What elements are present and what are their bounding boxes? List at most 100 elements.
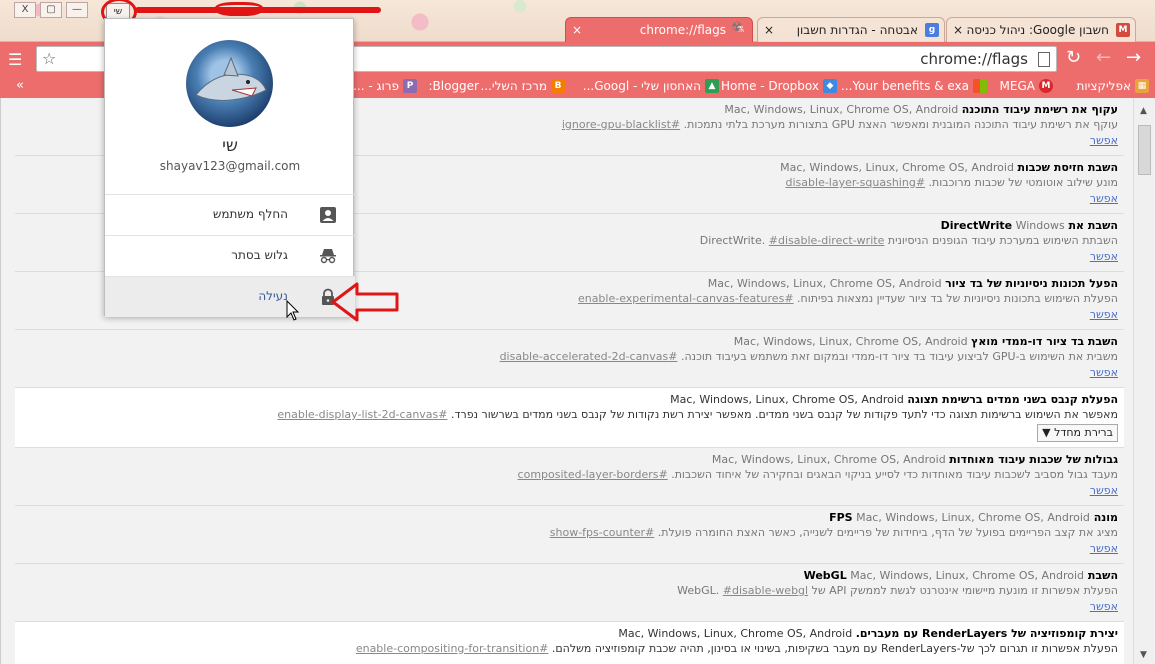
flag-platforms: Windows [1015,219,1065,232]
flag-enable-link[interactable]: אפשר [21,482,1118,499]
tab-title: אבטחה - הגדרות חשבון [796,23,918,37]
profile-email: shayav123@gmail.com [159,159,301,173]
bookmark-blogger-dashboard[interactable]: Blogger: [428,79,479,93]
profile-name: שי [222,136,238,156]
page-icon [1038,52,1050,67]
url-text[interactable]: chrome://flags [920,50,1028,68]
menu-icon[interactable]: ☰ [8,50,22,69]
more-bookmarks-icon[interactable]: » [16,78,24,93]
lock-item[interactable]: נעילה [105,276,355,317]
annotation-scribble-loop [215,2,263,16]
flag-title: הפעלת קנבס בשני ממדים ברשימת תצוגה [907,393,1118,406]
star-icon[interactable]: ☆ [42,49,56,68]
person-icon [320,207,336,223]
tab-google-account[interactable]: M חשבון Google: ניהול כניסה × [946,17,1136,42]
incognito-icon [320,249,336,264]
scroll-thumb[interactable] [1138,125,1151,175]
restore-window-button[interactable]: ▢ [40,2,62,18]
avatar [186,40,273,127]
flag-platforms: Mac, Windows, Linux, Chrome OS, Android [733,335,968,348]
blogger-icon: B [551,79,565,93]
flag-anchor-link[interactable]: #disable-accelerated-2d-canvas [500,350,678,363]
flag-title: עקוף את רשימת עיבוד התוכנה [961,103,1118,116]
flag-title: השבת בד ציור דו-ממדי מואץ [971,335,1118,348]
flag-platforms: Mac, Windows, Linux, Chrome OS, Android [856,511,1090,524]
flag-description: הפעלת השימוש בתכונות ניסיוניות של בד ציו… [797,292,1118,305]
flag-description: הפעלת אפשרות זו תגרום לכך של-RenderLayer… [551,642,1118,655]
flag-anchor-link[interactable]: #show-fps-counter [550,526,655,539]
chevron-down-icon: ▼ [1042,426,1051,439]
flag-platforms: Mac, Windows, Linux, Chrome OS, Android [850,569,1085,582]
switch-user-label: החלף משתמש [212,207,288,221]
bookmark-drive[interactable]: ▲ האחסון שלי - Googl... [583,79,719,93]
flag-item: השבת WebGL Mac, Windows, Linux, Chrome O… [15,564,1124,622]
tab-flags[interactable]: ⚗ chrome://flags × [565,17,753,42]
bookmark-microsoft[interactable]: Your benefits & exa... [841,79,987,93]
tab-security-settings[interactable]: g אבטחה - הגדרות חשבון × [757,17,945,42]
flag-platforms: Mac, Windows, Linux, Chrome OS, Android [707,277,942,290]
flag-item: גבולות של שכבות עיבוד מאוחדות Mac, Windo… [15,448,1124,506]
new-tab-icon[interactable]: ☢ [726,20,748,36]
flag-description: מונע שילוב אוטומטי של שכבות מרוכבות. [928,176,1118,189]
microsoft-icon [973,79,987,93]
scroll-down-icon[interactable]: ▼ [1140,650,1147,660]
flag-title: השבת חזיסת שכבות [1017,161,1118,174]
drive-icon: ▲ [705,79,719,93]
scroll-up-icon[interactable]: ▲ [1140,106,1147,116]
flag-enable-link[interactable]: אפשר [21,540,1118,557]
incognito-item[interactable]: גלוש בסתר [105,235,355,276]
back-icon[interactable]: → [1126,49,1141,67]
close-window-button[interactable]: X [14,2,36,18]
flag-title: גבולות של שכבות עיבוד מאוחדות [949,453,1118,466]
flag-platforms: Mac, Windows, Linux, Chrome OS, Android [724,103,959,116]
flag-description: עוקף את רשימת עיבוד התוכנה המובנית ומאפש… [683,118,1118,131]
window-controls: X ▢ — [14,2,88,18]
bookmark-apps[interactable]: ▦ אפליקציות [1077,79,1149,93]
lock-label: נעילה [258,289,288,303]
flag-option-select[interactable]: ברירת מחדל ▼ [1037,424,1118,442]
flag-platforms: Mac, Windows, Linux, Chrome OS, Android [618,627,853,640]
flag-anchor-link[interactable]: #composited-layer-borders [518,468,668,481]
flag-anchor-link[interactable]: #enable-display-list-2d-canvas [277,408,447,421]
flag-anchor-link[interactable]: #disable-layer-squashing [786,176,926,189]
flag-enable-link[interactable]: אפשר [21,598,1118,615]
tab-title: chrome://flags [639,23,726,37]
tab-title: חשבון Google: ניהול כניסה [966,23,1109,37]
flag-anchor-link[interactable]: #enable-compositing-for-transition [356,642,549,655]
flag-anchor-link[interactable]: #disable-direct-write [769,234,885,247]
flag-platforms: Mac, Windows, Linux, Chrome OS, Android [780,161,1014,174]
prog-icon: P [403,79,417,93]
bookmark-mega[interactable]: M MEGA [1000,79,1053,93]
switch-user-item[interactable]: החלף משתמש [105,194,355,235]
flag-description: מציג את קצב הפריימים בפועל של הדף, ביחיד… [657,526,1118,539]
annotation-arrow [331,282,399,322]
close-icon[interactable]: × [953,18,963,42]
flag-item-enabled: הפעלת קנבס בשני ממדים ברשימת תצוגה Mac, … [15,388,1124,448]
bookmark-prog[interactable]: P פרוג - ... [353,79,417,93]
minimize-window-button[interactable]: — [66,2,88,18]
flag-title: הפעל תכונות ניסיוניות של בד ציור [945,277,1118,290]
flag-title: יצירת קומפוזיציה של RenderLayers עם מעבר… [855,627,1118,640]
flag-description: השבתת השימוש במערכת עיבוד הגופנים הניסיו… [699,234,1118,247]
mega-icon: M [1039,79,1053,93]
google-icon: g [925,23,939,37]
bookmark-dropbox[interactable]: ◆ Home - Dropbox [721,79,837,93]
flag-item: מונה FPS Mac, Windows, Linux, Chrome OS,… [15,506,1124,564]
close-icon[interactable]: × [764,18,774,42]
scrollbar[interactable]: ▲ ▼ [1133,98,1155,664]
bookmark-blogger[interactable]: B מרכז השלי... [480,79,565,93]
flag-description: משבית את השימוש ב-GPU לביצוע עיבוד בד צי… [680,350,1118,363]
gmail-icon: M [1116,23,1130,37]
apps-icon: ▦ [1135,79,1149,93]
flag-platforms: Mac, Windows, Linux, Chrome OS, Android [670,393,904,406]
flag-description: מעבד גבול מסביב לשכבות עיבוד מאוחדות כדי… [671,468,1118,481]
flag-enable-link[interactable]: אפשר [21,364,1118,381]
reload-icon[interactable]: ↻ [1066,49,1081,67]
flag-anchor-link[interactable]: #ignore-gpu-blacklist [562,118,680,131]
shark-icon [195,56,267,101]
forward-icon[interactable]: ← [1096,49,1111,67]
flag-anchor-link[interactable]: #disable-webgl [723,584,808,597]
flag-description: מאפשר את השימוש ברשימות תצוגה כדי לתעד פ… [451,408,1118,421]
flag-anchor-link[interactable]: #enable-experimental-canvas-features [578,292,794,305]
close-icon[interactable]: × [572,18,582,42]
